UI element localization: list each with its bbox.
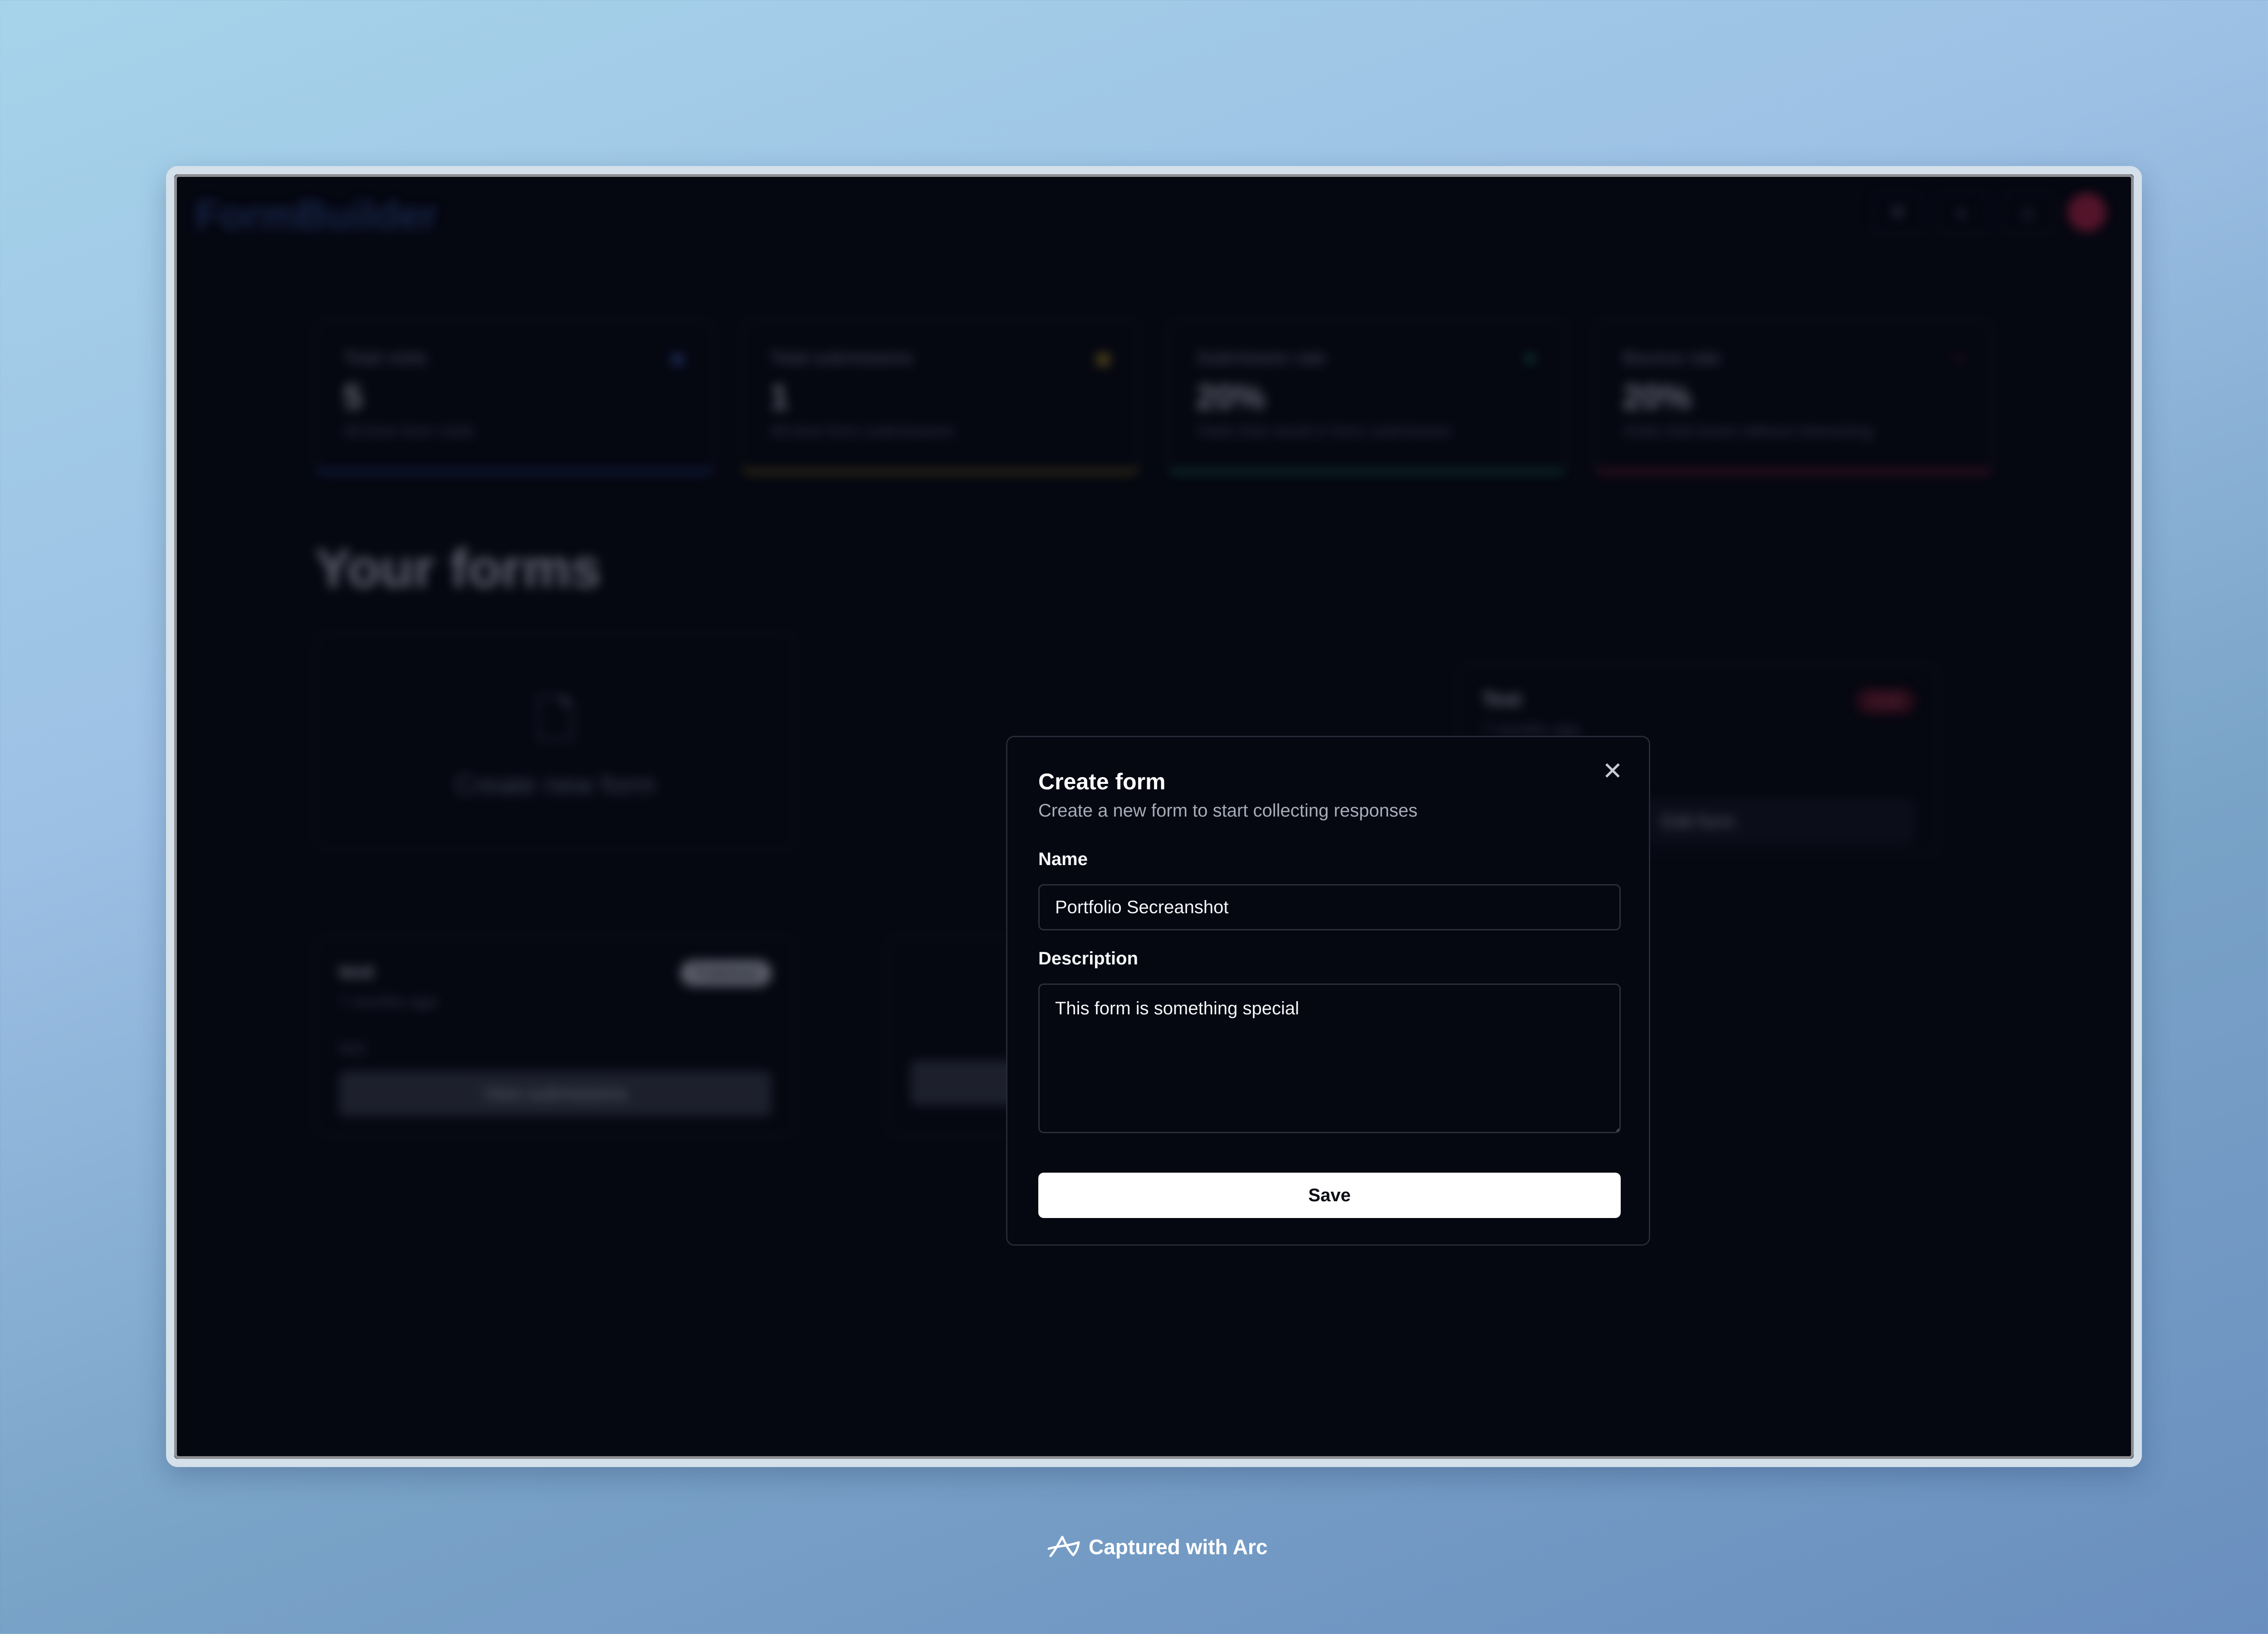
- form-card: test 7 months ago test View submissions …: [315, 936, 796, 1136]
- forms-heading: Your forms: [315, 538, 601, 599]
- description-textarea[interactable]: This form is something special: [1038, 983, 1621, 1133]
- save-button[interactable]: Save: [1038, 1173, 1621, 1218]
- status-badge: Draft: [1856, 688, 1915, 714]
- form-time: 7 months ago: [339, 992, 438, 1011]
- stat-helper: Visits that result in form submission: [1196, 421, 1452, 440]
- stat-card-visits: Total visits 5 All time form visits ◉: [315, 319, 714, 474]
- arc-logo-icon: [1047, 1536, 1080, 1557]
- dialog-title: Create form: [1038, 769, 1166, 794]
- stat-value: 20%: [1196, 378, 1266, 416]
- dialog-description: Create a new form to start collecting re…: [1038, 801, 1418, 821]
- stat-helper: All time form visits: [343, 421, 475, 440]
- stat-helper: Visits that leave without interacting: [1623, 421, 1873, 440]
- stats-row: Total visits 5 All time form visits ◉ To…: [315, 319, 1993, 474]
- eye-icon: ◉: [670, 348, 685, 368]
- theme-icon[interactable]: ◐: [1937, 191, 1989, 233]
- top-nav-actions: ☀ ◐ ☺: [1872, 191, 2107, 233]
- stat-card-submissions: Total submissions 1 All time form submis…: [741, 319, 1140, 474]
- browser-window: FormBuilder ☀ ◐ ☺ Total visits 5 All tim…: [166, 166, 2142, 1467]
- avatar[interactable]: [2068, 193, 2107, 232]
- description-label: Description: [1038, 949, 1139, 969]
- chart-icon: ⤳: [1950, 348, 1965, 368]
- stat-card-submission-rate: Submission rate 20% Visits that result i…: [1168, 319, 1567, 474]
- close-icon[interactable]: ✕: [1599, 757, 1626, 785]
- create-new-form-label: Create new form: [455, 769, 656, 800]
- captured-with-arc-label: Captured with Arc: [1089, 1535, 1268, 1559]
- cursor-icon: ➤: [1523, 348, 1538, 368]
- stat-title: Total submissions: [770, 348, 913, 368]
- stat-title: Total visits: [343, 348, 427, 368]
- create-new-form-tile[interactable]: 🗋 Create new form: [315, 632, 796, 850]
- stat-value: 20%: [1623, 378, 1692, 416]
- inbox-icon: ▣: [1095, 348, 1112, 368]
- captured-with-arc-badge: Captured with Arc: [1047, 1532, 1267, 1561]
- view-submissions-button[interactable]: View submissions: [339, 1071, 772, 1116]
- file-plus-icon: 🗋: [535, 692, 576, 748]
- name-input[interactable]: [1038, 884, 1621, 930]
- user-icon[interactable]: ☺: [2002, 191, 2055, 233]
- form-description: test: [339, 1038, 366, 1057]
- stat-title: Submission rate: [1196, 348, 1326, 368]
- create-form-dialog: ✕ Create form Create a new form to start…: [1006, 736, 1650, 1246]
- form-name: Test: [1482, 688, 1522, 710]
- brand-logo[interactable]: FormBuilder: [195, 192, 438, 239]
- stat-value: 1: [770, 378, 789, 416]
- status-badge: Published: [680, 960, 772, 986]
- stat-helper: All time form submissions: [770, 421, 955, 440]
- stat-value: 5: [343, 378, 363, 416]
- sun-icon[interactable]: ☀: [1872, 191, 1924, 233]
- name-label: Name: [1038, 849, 1088, 869]
- stat-title: Bounce rate: [1623, 348, 1721, 368]
- stat-card-bounce-rate: Bounce rate 20% Visits that leave withou…: [1594, 319, 1993, 474]
